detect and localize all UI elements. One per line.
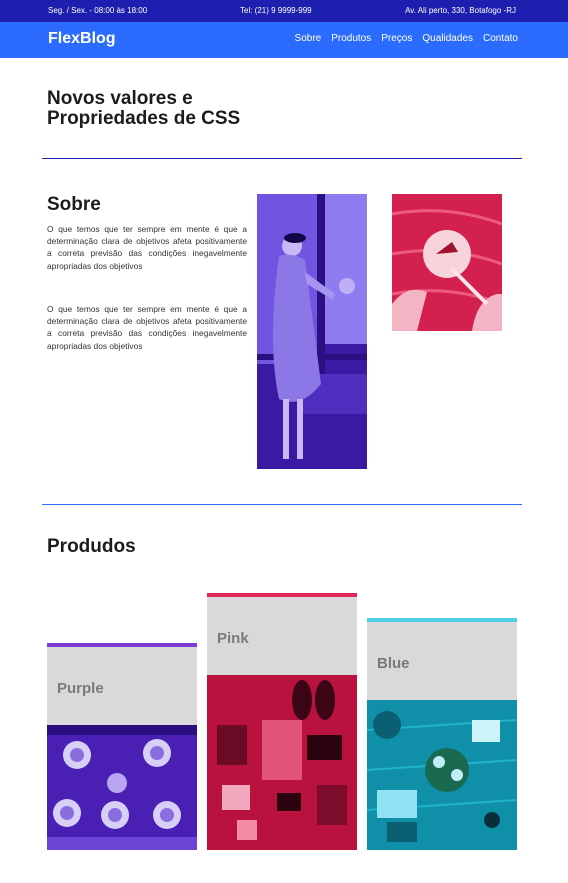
phone-number: Tel: (21) 9 9999-999	[240, 6, 312, 15]
product-card-purple[interactable]: Purple	[47, 643, 197, 850]
page-title: Novos valores e Propriedades de CSS	[47, 88, 241, 129]
product-card-label: Pink	[217, 630, 249, 647]
product-card-label: Blue	[377, 655, 410, 672]
product-card-label: Purple	[57, 680, 104, 697]
site-logo[interactable]: FlexBlog	[48, 30, 116, 48]
address: Av. Ali perto, 330, Botafogo -RJ	[405, 6, 516, 15]
sobre-paragraph: O que temos que ter sempre em mente é qu…	[47, 224, 247, 271]
menu-item-sobre[interactable]: Sobre	[295, 33, 322, 44]
menu-item-produtos[interactable]: Produtos	[331, 33, 371, 44]
product-card-blue[interactable]: Blue	[367, 618, 517, 850]
table-setting-photo	[47, 725, 197, 850]
main-menu: Sobre Produtos Preços Qualidades Contato	[295, 33, 518, 44]
sobre-heading: Sobre	[47, 194, 101, 215]
desk-flowers-photo	[367, 700, 517, 850]
produtos-heading: Produdos	[47, 536, 136, 557]
sobre-paragraph: O que temos que ter sempre em mente é qu…	[47, 304, 247, 351]
section-divider	[42, 504, 522, 505]
top-info-bar: Seg. / Sex. - 08:00 às 18:00 Tel: (21) 9…	[0, 0, 568, 22]
menu-item-contato[interactable]: Contato	[483, 33, 518, 44]
section-divider	[42, 158, 522, 159]
business-hours: Seg. / Sex. - 08:00 às 18:00	[48, 6, 148, 15]
travel-gear-photo	[207, 675, 357, 850]
menu-item-qualidades[interactable]: Qualidades	[422, 33, 473, 44]
product-card-pink[interactable]: Pink	[207, 593, 357, 850]
menu-item-precos[interactable]: Preços	[381, 33, 412, 44]
hands-photo	[392, 194, 502, 331]
navbar: FlexBlog Sobre Produtos Preços Qualidade…	[0, 22, 568, 58]
woman-photo	[257, 194, 367, 469]
